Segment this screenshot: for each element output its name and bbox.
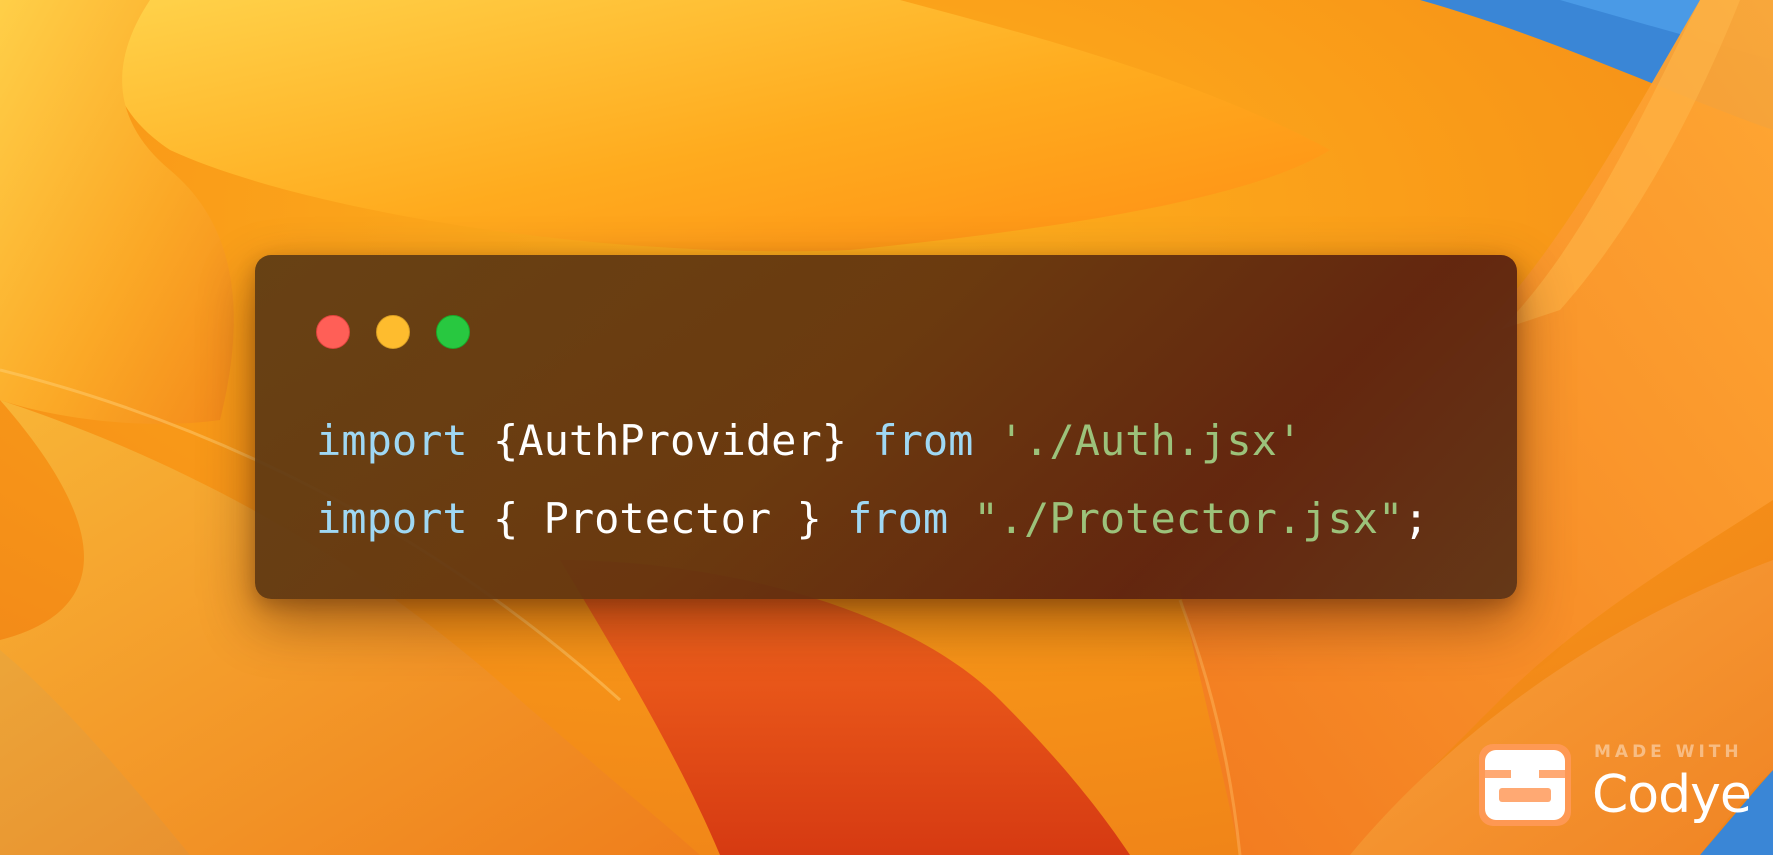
code-token-plain: { Protector } (467, 494, 848, 543)
code-token-string: "./Protector.jsx" (973, 494, 1404, 543)
close-button[interactable] (316, 315, 350, 349)
made-with-label: MADE WITH (1594, 742, 1743, 762)
code-block: import {AuthProvider} from './Auth.jsx' i… (316, 402, 1429, 558)
brand-name: Codye (1592, 765, 1752, 825)
code-token-plain: ; (1403, 494, 1429, 543)
code-window: import {AuthProvider} from './Auth.jsx' i… (255, 255, 1517, 599)
code-token-string: './Auth.jsx' (998, 416, 1303, 465)
code-token-keyword: import (316, 494, 468, 543)
code-token-keyword: import (316, 416, 468, 465)
codye-logo-icon (1479, 744, 1571, 826)
minimize-button[interactable] (376, 315, 410, 349)
code-token-keyword: from (847, 494, 949, 543)
code-token-keyword: from (872, 416, 974, 465)
code-line: import { Protector } from "./Protector.j… (316, 480, 1429, 558)
zoom-button[interactable] (436, 315, 470, 349)
code-token-plain: {AuthProvider} (467, 416, 873, 465)
code-line: import {AuthProvider} from './Auth.jsx' (316, 402, 1429, 480)
